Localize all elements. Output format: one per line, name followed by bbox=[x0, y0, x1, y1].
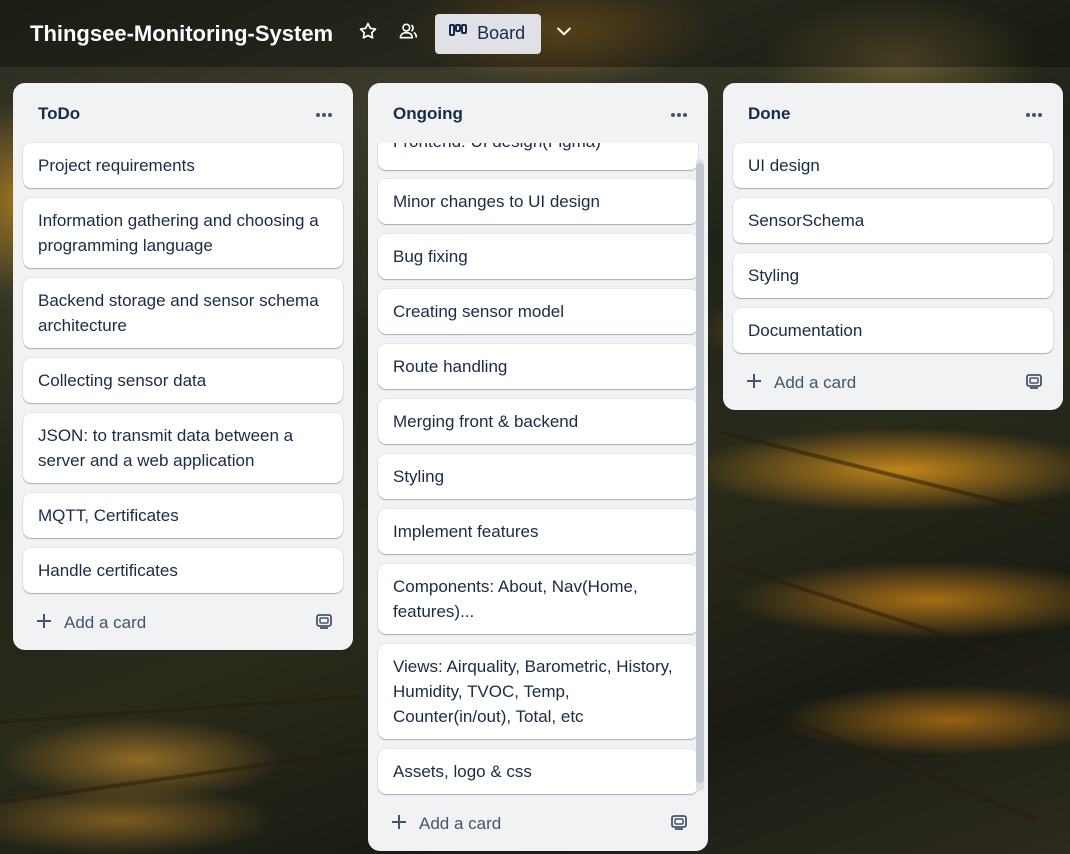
card[interactable]: Styling bbox=[733, 253, 1053, 298]
members-icon bbox=[398, 21, 418, 46]
list-done: Done UI design SensorSchema Styling Docu… bbox=[723, 83, 1063, 410]
template-icon[interactable] bbox=[315, 612, 333, 635]
card[interactable]: Bug fixing bbox=[378, 234, 698, 279]
card[interactable]: Route handling bbox=[378, 344, 698, 389]
card-scroll-area[interactable]: Frontend: UI design(Figma) Minor changes… bbox=[368, 143, 708, 799]
card[interactable]: Collecting sensor data bbox=[23, 358, 343, 403]
card[interactable]: Implement features bbox=[378, 509, 698, 554]
add-card-row: Add a card bbox=[733, 363, 1053, 403]
more-icon[interactable] bbox=[670, 105, 688, 123]
plus-icon bbox=[36, 613, 52, 634]
add-card-button[interactable]: Add a card bbox=[391, 814, 501, 835]
card[interactable]: Frontend: UI design(Figma) bbox=[378, 143, 698, 170]
card[interactable]: Styling bbox=[378, 454, 698, 499]
card[interactable]: Backend storage and sensor schema archit… bbox=[23, 278, 343, 348]
template-icon[interactable] bbox=[670, 813, 688, 836]
board-header: Thingsee-Monitoring-System Board bbox=[0, 0, 1070, 67]
scrollbar-thumb[interactable] bbox=[696, 163, 704, 783]
add-card-button[interactable]: Add a card bbox=[36, 613, 146, 634]
add-card-label: Add a card bbox=[419, 814, 502, 833]
list-title[interactable]: ToDo bbox=[38, 104, 80, 124]
add-card-label: Add a card bbox=[64, 613, 147, 632]
card[interactable]: Assets, logo & css bbox=[378, 749, 698, 794]
card[interactable]: Project requirements bbox=[23, 143, 343, 188]
more-icon[interactable] bbox=[315, 105, 333, 123]
star-button[interactable] bbox=[351, 17, 385, 51]
card[interactable]: Components: About, Nav(Home, features)..… bbox=[378, 564, 698, 634]
plus-icon bbox=[391, 814, 407, 835]
list-title[interactable]: Ongoing bbox=[393, 104, 463, 124]
card[interactable]: Information gathering and choosing a pro… bbox=[23, 198, 343, 268]
card[interactable]: Views: Airquality, Barometric, History, … bbox=[378, 644, 698, 739]
add-card-button[interactable]: Add a card bbox=[746, 373, 856, 394]
list-ongoing: Ongoing Frontend: UI design(Figma) Minor… bbox=[368, 83, 708, 851]
card[interactable]: Handle certificates bbox=[23, 548, 343, 593]
list-todo: ToDo Project requirements Information ga… bbox=[13, 83, 353, 650]
views-dropdown-button[interactable] bbox=[547, 17, 581, 51]
scrollbar[interactable] bbox=[696, 159, 704, 791]
card[interactable]: Merging front & backend bbox=[378, 399, 698, 444]
board-view-button[interactable]: Board bbox=[435, 13, 542, 54]
add-card-row: Add a card bbox=[378, 804, 698, 844]
more-icon[interactable] bbox=[1025, 105, 1043, 123]
card[interactable]: Minor changes to UI design bbox=[378, 179, 698, 224]
card[interactable]: JSON: to transmit data between a server … bbox=[23, 413, 343, 483]
board-title[interactable]: Thingsee-Monitoring-System bbox=[30, 21, 333, 47]
board-view-icon bbox=[449, 23, 468, 44]
chevron-down-icon bbox=[554, 21, 574, 46]
card[interactable]: MQTT, Certificates bbox=[23, 493, 343, 538]
members-button[interactable] bbox=[391, 17, 425, 51]
card[interactable]: Documentation bbox=[733, 308, 1053, 353]
board-view-label: Board bbox=[477, 23, 526, 43]
star-icon bbox=[358, 21, 378, 46]
list-title[interactable]: Done bbox=[748, 104, 791, 124]
plus-icon bbox=[746, 373, 762, 394]
add-card-label: Add a card bbox=[774, 373, 857, 392]
card[interactable]: Creating sensor model bbox=[378, 289, 698, 334]
card[interactable]: UI design bbox=[733, 143, 1053, 188]
card[interactable]: SensorSchema bbox=[733, 198, 1053, 243]
template-icon[interactable] bbox=[1025, 372, 1043, 395]
add-card-row: Add a card bbox=[23, 603, 343, 643]
